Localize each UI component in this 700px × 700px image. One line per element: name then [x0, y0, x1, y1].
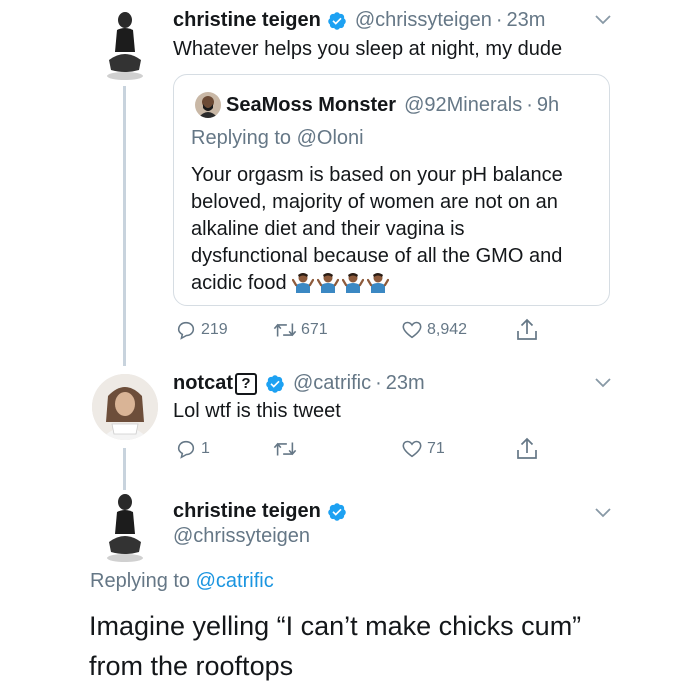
quoted-text-line: alkaline diet and their vagina is [191, 218, 465, 240]
verified-badge-icon [328, 502, 346, 521]
avatar[interactable] [92, 374, 158, 440]
tweet-header: notcat ? @catrific · 23m [173, 372, 425, 395]
quoted-text-line: beloved, majority of women are not on an [191, 191, 558, 213]
retweet-button[interactable] [273, 438, 401, 460]
timestamp[interactable]: 9h [537, 94, 559, 117]
separator-dot: · [526, 94, 533, 116]
user-handle[interactable]: @92Minerals [404, 94, 522, 117]
replying-to-label: Replying to [191, 127, 297, 149]
reply-button[interactable]: 219 [175, 319, 273, 341]
tweet-header: christine teigen @chrissyteigen · 23m [173, 9, 545, 32]
verified-badge-icon [266, 374, 284, 393]
tweet-actions: 1 71 [175, 437, 542, 461]
reply-button[interactable]: 1 [175, 438, 273, 460]
tweet-text: Whatever helps you sleep at night, my du… [173, 38, 563, 60]
main-tweet-text: Imagine yelling “I can’t make chicks cum… [89, 607, 689, 685]
chevron-down-icon[interactable] [595, 378, 611, 388]
timestamp[interactable]: 23m [507, 9, 546, 32]
share-icon [517, 318, 537, 340]
avatar[interactable] [95, 8, 155, 82]
display-name[interactable]: christine teigen [173, 500, 321, 523]
replying-to-label: Replying to [90, 570, 196, 592]
person-shrugging-emoji [317, 273, 340, 293]
like-count: 8,942 [427, 321, 468, 338]
quoted-tweet-header: SeaMoss Monster @92Minerals · 9h [226, 94, 559, 117]
avatar[interactable] [95, 490, 155, 564]
person-shrugging-emoji [367, 273, 390, 293]
main-tweet-line: Imagine yelling “I can’t make chicks cum… [89, 611, 582, 641]
tweet-header: christine teigen [173, 500, 347, 523]
like-button[interactable]: 71 [401, 438, 516, 460]
retweet-button[interactable]: 671 [273, 319, 401, 341]
chevron-down-icon[interactable] [595, 15, 611, 25]
quoted-text-line: Your orgasm is based on your pH balance [191, 164, 563, 186]
quoted-text-line-last: acidic food [191, 270, 601, 297]
tweet-text: Lol wtf is this tweet [173, 400, 341, 422]
quoted-tweet-text: Your orgasm is based on your pH balance … [191, 162, 601, 297]
reply-count: 219 [201, 321, 228, 338]
user-handle[interactable]: @chrissyteigen [173, 525, 310, 548]
display-name[interactable]: notcat [173, 372, 233, 395]
heart-icon [402, 321, 422, 339]
like-count: 71 [427, 440, 445, 457]
avatar[interactable] [195, 92, 221, 118]
heart-icon [402, 440, 422, 458]
tweet-actions: 219 671 8,942 [175, 318, 542, 342]
user-handle[interactable]: @catrific [293, 372, 371, 395]
share-icon [517, 437, 537, 459]
reply-icon [177, 440, 195, 459]
reply-count: 1 [201, 440, 210, 457]
person-shrugging-emoji [292, 273, 315, 293]
share-button[interactable] [516, 437, 542, 461]
replying-to-link[interactable]: @catrific [196, 570, 274, 592]
verified-badge-icon [328, 11, 346, 30]
thread-connector [123, 448, 126, 492]
retweet-icon [273, 323, 297, 337]
emoji-group [292, 272, 392, 294]
like-button[interactable]: 8,942 [401, 319, 516, 341]
replying-to-link[interactable]: @Oloni [297, 127, 364, 149]
main-tweet-line: from the rooftops [89, 651, 294, 681]
quoted-text-fragment: acidic food [191, 272, 287, 294]
quoted-text-line: dysfunctional because of all the GMO and [191, 245, 563, 267]
replying-to-line: Replying to @Oloni [191, 127, 364, 150]
retweet-count: 671 [301, 321, 328, 338]
replying-to-line: Replying to @catrific [90, 570, 274, 593]
share-button[interactable] [516, 318, 542, 342]
person-shrugging-emoji [342, 273, 365, 293]
name-badge: ? [235, 372, 257, 395]
retweet-icon [273, 442, 297, 456]
separator-dot: · [495, 9, 503, 31]
separator-dot: · [375, 372, 382, 394]
thread-connector [123, 86, 126, 366]
chevron-down-icon[interactable] [595, 508, 611, 518]
timestamp[interactable]: 23m [386, 372, 425, 395]
user-handle[interactable]: @chrissyteigen [355, 9, 492, 32]
display-name[interactable]: christine teigen [173, 9, 321, 32]
display-name[interactable]: SeaMoss Monster [226, 94, 396, 117]
reply-icon [177, 321, 195, 340]
